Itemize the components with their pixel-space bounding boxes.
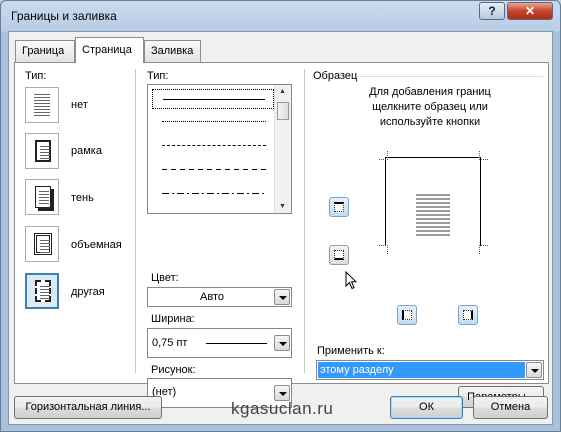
preview-text-lines <box>416 194 450 238</box>
preview-hint: Для добавления границ щелкните образец и… <box>315 85 545 130</box>
dialog-window: Границы и заливка ? ✕ Граница Страница З… <box>0 0 561 432</box>
setting-custom-thumb[interactable] <box>25 273 59 309</box>
setting-shadow-thumb[interactable] <box>25 179 59 215</box>
setting-box-thumb[interactable] <box>25 133 59 169</box>
left-border-toggle[interactable] <box>397 305 417 325</box>
hint-line: используйте кнопки <box>379 116 481 128</box>
page-lines-icon <box>40 286 50 300</box>
chevron-down-icon[interactable] <box>274 289 290 305</box>
width-line-sample <box>206 343 267 344</box>
mouse-cursor-icon <box>345 271 357 290</box>
page-lines-icon <box>34 94 50 116</box>
window-title: Границы и заливка <box>11 9 117 23</box>
line-style-dash-dot[interactable] <box>152 187 274 201</box>
dialog-body: Граница Страница Заливка Тип: нет рамка … <box>8 31 553 425</box>
setting-3d-label[interactable]: объемная <box>71 239 122 251</box>
chevron-down-icon[interactable] <box>274 335 290 351</box>
page-lines-icon <box>40 146 50 160</box>
width-value: 0,75 пт <box>152 337 188 349</box>
preview-page[interactable] <box>385 157 481 246</box>
line-sample <box>162 121 266 122</box>
width-label: Ширина: <box>151 313 195 325</box>
line-sample <box>162 169 266 170</box>
top-border-toggle[interactable] <box>329 197 349 217</box>
help-button[interactable]: ? <box>479 2 505 20</box>
art-label: Рисунок: <box>151 364 196 376</box>
color-select[interactable]: Авто <box>147 287 292 307</box>
line-style-dotted[interactable] <box>152 115 274 129</box>
line-style-scrollbar[interactable]: ▲ ▼ <box>274 85 291 213</box>
line-sample <box>162 193 266 194</box>
apply-to-select[interactable]: этому разделу <box>316 360 544 380</box>
page-box-icon <box>35 140 51 162</box>
hint-line: Для добавления границ <box>369 86 491 98</box>
line-style-dashed[interactable] <box>152 163 274 177</box>
corner-mark <box>379 245 388 254</box>
tab-label: Страница <box>82 44 132 56</box>
border-top-icon <box>334 202 344 212</box>
scroll-thumb[interactable] <box>277 102 289 120</box>
scroll-up-icon[interactable]: ▲ <box>279 88 286 95</box>
page-lines-icon <box>40 240 50 254</box>
tab-label: Заливка <box>151 45 194 57</box>
horizontal-line-button[interactable]: Горизонтальная линия... <box>14 396 162 419</box>
setting-custom-label[interactable]: другая <box>71 286 105 298</box>
page-custom-icon <box>35 280 51 302</box>
line-sample <box>163 99 265 100</box>
group-line <box>358 76 543 77</box>
ok-button[interactable]: ОК <box>390 396 463 419</box>
width-select[interactable]: 0,75 пт <box>147 328 292 358</box>
line-style-dashed-small[interactable] <box>152 139 274 153</box>
divider <box>304 69 305 373</box>
border-left-icon <box>402 310 412 320</box>
setting-box-label[interactable]: рамка <box>71 145 102 157</box>
style-type-label: Тип: <box>147 70 169 82</box>
color-label: Цвет: <box>151 272 179 284</box>
setting-shadow-label[interactable]: тень <box>71 192 94 204</box>
divider <box>135 69 136 373</box>
preview-label: Образец <box>313 70 358 82</box>
cancel-button[interactable]: Отмена <box>473 396 548 419</box>
apply-to-label: Применить к: <box>317 345 385 357</box>
close-button[interactable]: ✕ <box>507 2 553 20</box>
bottom-border-toggle[interactable] <box>329 245 349 265</box>
tab-panel: Тип: нет рамка тень объемная другая Тип:… <box>14 62 549 408</box>
chevron-down-icon[interactable] <box>526 362 542 378</box>
title-bar[interactable]: Границы и заливка ? ✕ <box>1 1 560 31</box>
setting-3d-thumb[interactable] <box>25 226 59 262</box>
scroll-down-icon[interactable]: ▼ <box>279 203 286 210</box>
page-lines-icon <box>39 191 49 205</box>
close-icon: ✕ <box>524 4 536 18</box>
tab-shading[interactable]: Заливка <box>144 40 201 62</box>
question-icon: ? <box>488 4 496 18</box>
settings-type-label: Тип: <box>25 70 47 82</box>
tab-label: Граница <box>22 45 65 57</box>
tab-page-border[interactable]: Страница <box>75 37 144 63</box>
line-style-solid[interactable] <box>152 89 274 109</box>
right-border-toggle[interactable] <box>458 305 478 325</box>
corner-mark <box>479 151 488 160</box>
line-sample <box>162 145 266 146</box>
setting-none-thumb[interactable] <box>25 87 59 123</box>
tab-border[interactable]: Граница <box>15 40 75 62</box>
page-shadow-icon <box>35 186 51 208</box>
page-3d-icon <box>34 233 52 255</box>
watermark-text: kgasuclan.ru <box>231 399 334 418</box>
apply-to-value: этому разделу <box>318 362 525 378</box>
hint-line: щелкните образец или <box>372 101 488 113</box>
line-style-list[interactable]: ▲ ▼ <box>147 84 292 214</box>
corner-mark <box>379 151 388 160</box>
corner-mark <box>479 245 488 254</box>
color-value: Авто <box>200 291 224 303</box>
border-bottom-icon <box>334 250 344 260</box>
setting-none-label[interactable]: нет <box>71 99 88 111</box>
border-right-icon <box>463 310 473 320</box>
